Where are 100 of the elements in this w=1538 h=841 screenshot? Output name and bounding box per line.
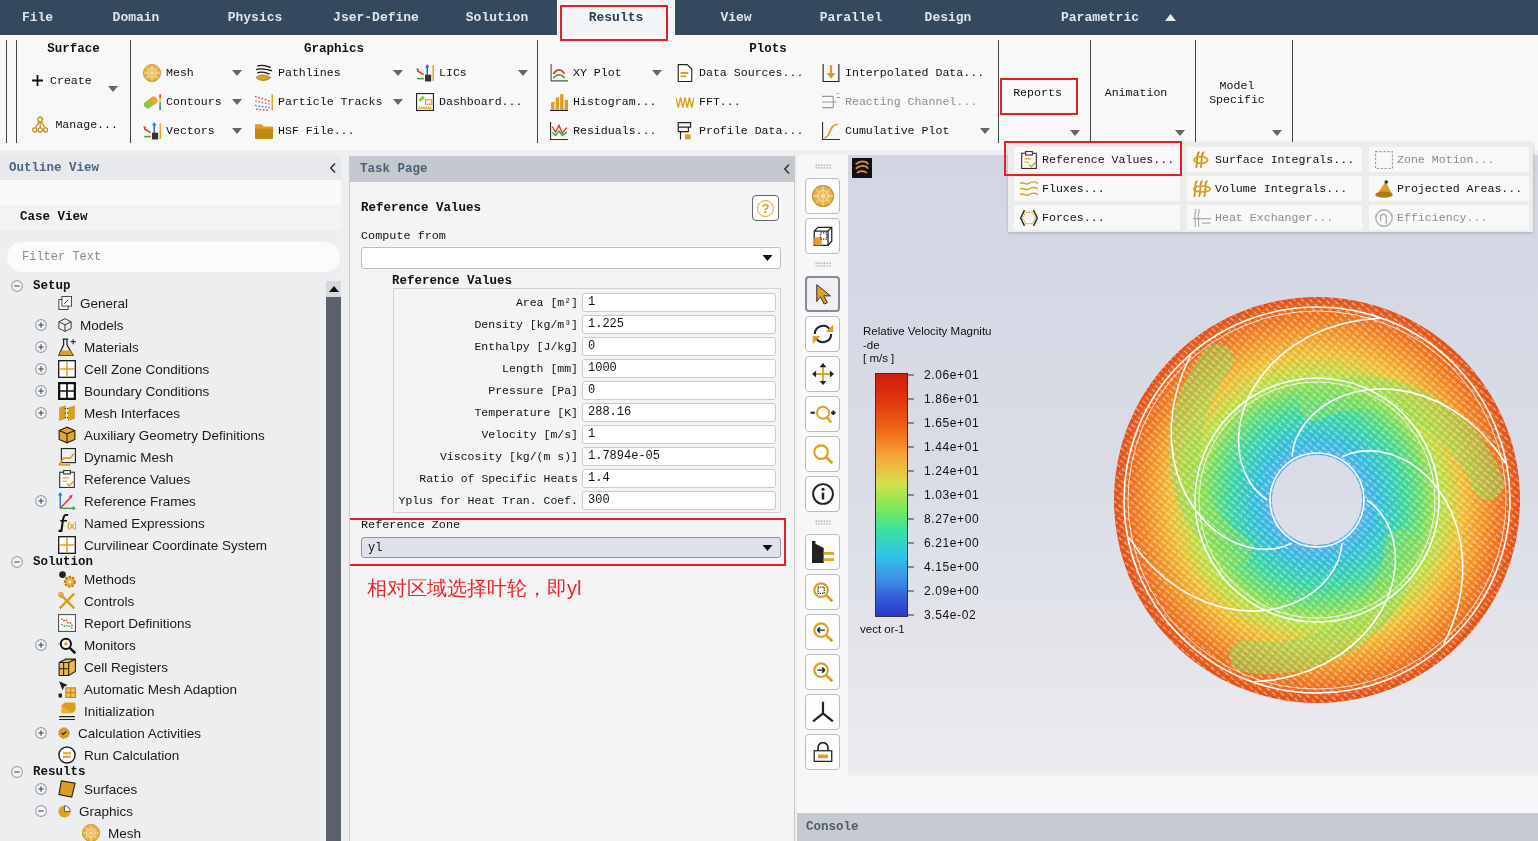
ribbon-button[interactable]: Histogram... — [550, 87, 662, 116]
menu-item[interactable]: Fluxes... — [1014, 176, 1180, 201]
tree-item[interactable]: Auxiliary Geometry Definitions — [84, 427, 265, 443]
input-field[interactable]: 288.16 — [582, 402, 776, 422]
ribbon-button[interactable]: HSF File... — [255, 116, 403, 145]
tree-item[interactable]: Cell Registers — [84, 659, 169, 675]
input-field[interactable]: 0 — [582, 336, 776, 356]
input-field[interactable]: 1.4 — [582, 468, 776, 488]
toolbar-button[interactable] — [805, 694, 840, 730]
ribbon-button[interactable]: Data Sources... — [676, 58, 808, 87]
ribbon-large-button[interactable]: Model Specific — [1196, 40, 1292, 143]
menu-tab[interactable]: Physics — [227, 8, 283, 27]
menu-tab[interactable]: Jser-Define — [333, 8, 419, 27]
dropdown[interactable]: yl — [361, 537, 781, 558]
menu-tab[interactable]: Parallel — [819, 8, 883, 27]
menu-item[interactable]: Volume Integrals... — [1187, 176, 1362, 201]
menu-item[interactable]: Surface Integrals... — [1187, 147, 1362, 172]
menu-tab[interactable]: Domain — [112, 8, 160, 27]
collapse-toggle-icon[interactable] — [35, 805, 47, 817]
tree-item[interactable]: Reference Frames — [84, 493, 196, 509]
ribbon-button[interactable]: Vectors — [143, 116, 242, 145]
ribbon-button[interactable]: FFT... — [676, 87, 808, 116]
ribbon-button[interactable]: Pathlines — [255, 58, 403, 87]
tree-item[interactable]: Monitors — [84, 637, 136, 653]
menu-tab[interactable]: Parametric — [1061, 8, 1139, 27]
box-icon — [58, 426, 76, 444]
tree-item[interactable]: Reference Values — [84, 471, 191, 487]
input-field[interactable]: 0 — [582, 380, 776, 400]
expand-toggle-icon[interactable] — [35, 407, 47, 419]
expand-toggle-icon[interactable] — [35, 363, 47, 375]
toolbar-button[interactable] — [805, 534, 840, 570]
input-field[interactable]: 1000 — [582, 358, 776, 378]
tree-item[interactable]: Mesh — [108, 825, 141, 841]
ribbon-button[interactable]: Create — [32, 65, 118, 95]
tree-item[interactable]: Mesh Interfaces — [84, 405, 181, 421]
scroll-up-button[interactable] — [326, 281, 341, 297]
tree-item[interactable]: Graphics — [79, 803, 134, 819]
menu-item[interactable]: Forces... — [1014, 205, 1180, 230]
toolbar-button[interactable] — [805, 218, 840, 254]
menu-tab[interactable]: File — [21, 8, 54, 27]
toolbar-button[interactable] — [805, 356, 840, 392]
scrollbar[interactable] — [326, 281, 341, 841]
ribbon-button[interactable]: LICs — [416, 58, 528, 87]
tree-item[interactable]: General — [80, 295, 129, 311]
tree-item[interactable]: Automatic Mesh Adaption — [84, 681, 238, 697]
ribbon-button[interactable]: Particle Tracks — [255, 87, 403, 116]
caret-up-icon[interactable] — [1164, 14, 1176, 21]
toolbar-button[interactable] — [805, 476, 840, 512]
input-field[interactable]: 300 — [582, 490, 776, 510]
tree-item[interactable]: Setup — [33, 280, 71, 293]
tree-item[interactable]: Report Definitions — [84, 615, 192, 631]
tree-item[interactable]: Materials — [84, 339, 139, 355]
tree-item[interactable]: Run Calculation — [84, 747, 180, 763]
filter-field[interactable]: Filter Text — [7, 242, 340, 272]
ribbon-button[interactable]: Contours — [143, 87, 242, 116]
tree-item[interactable]: Dynamic Mesh — [84, 449, 174, 465]
tree-item[interactable]: Named Expressions — [84, 515, 205, 531]
expand-toggle-icon[interactable] — [35, 385, 47, 397]
collapse-toggle-icon[interactable] — [11, 766, 23, 778]
tree-item[interactable]: Surfaces — [84, 781, 138, 797]
collapse-toggle-icon[interactable] — [11, 556, 23, 568]
expand-toggle-icon[interactable] — [35, 727, 47, 739]
tree-item[interactable]: Solution — [33, 555, 93, 569]
ribbon-button[interactable]: XY Plot — [550, 58, 662, 87]
ribbon-button[interactable]: Dashboard... — [416, 87, 528, 116]
expand-toggle-icon[interactable] — [35, 495, 47, 507]
tree-item[interactable]: Cell Zone Conditions — [84, 361, 210, 377]
ribbon-large-button[interactable]: Animation — [1091, 40, 1195, 143]
tree-item[interactable]: Boundary Conditions — [84, 383, 210, 399]
input-field[interactable]: 1 — [582, 292, 776, 312]
menu-tab[interactable]: Design — [924, 8, 972, 27]
ribbon-button[interactable]: Residuals... — [550, 116, 662, 145]
ribbon-button[interactable]: Manage... — [32, 109, 118, 139]
tree-item[interactable]: Methods — [84, 571, 136, 587]
ribbon-button[interactable]: Profile Data... — [676, 116, 808, 145]
tree-item[interactable]: Calculation Activities — [78, 725, 202, 741]
toolbar-button[interactable] — [805, 734, 840, 770]
tree-item[interactable]: Controls — [84, 593, 135, 609]
expand-toggle-icon[interactable] — [35, 783, 47, 795]
menu-tab[interactable]: View — [720, 8, 752, 27]
tree-item[interactable]: Curvilinear Coordinate System — [84, 537, 268, 553]
tree-item[interactable]: Results — [33, 765, 86, 779]
ribbon-large-button[interactable]: Reports — [999, 40, 1090, 143]
chevron-left-icon[interactable] — [330, 162, 336, 173]
ribbon-button[interactable]: Mesh — [143, 58, 242, 87]
expand-toggle-icon[interactable] — [35, 319, 47, 331]
menu-tab[interactable]: Solution — [465, 8, 529, 27]
input-field[interactable]: 1 — [582, 424, 776, 444]
input-field[interactable]: 1.225 — [582, 314, 776, 334]
ribbon-button[interactable]: Interpolated Data... — [822, 58, 990, 87]
expand-toggle-icon[interactable] — [35, 341, 47, 353]
input-field[interactable]: 1.7894e-05 — [582, 446, 776, 466]
ribbon-button[interactable]: Cumulative Plot — [822, 116, 990, 145]
tree-item[interactable]: Models — [80, 317, 124, 333]
expand-toggle-icon[interactable] — [35, 639, 47, 651]
menu-item[interactable]: Projected Areas... — [1369, 176, 1529, 201]
tree-item[interactable]: Initialization — [84, 703, 155, 719]
chevron-left-icon[interactable] — [784, 164, 790, 174]
collapse-toggle-icon[interactable] — [11, 280, 23, 292]
toolbar-button[interactable] — [805, 316, 840, 352]
